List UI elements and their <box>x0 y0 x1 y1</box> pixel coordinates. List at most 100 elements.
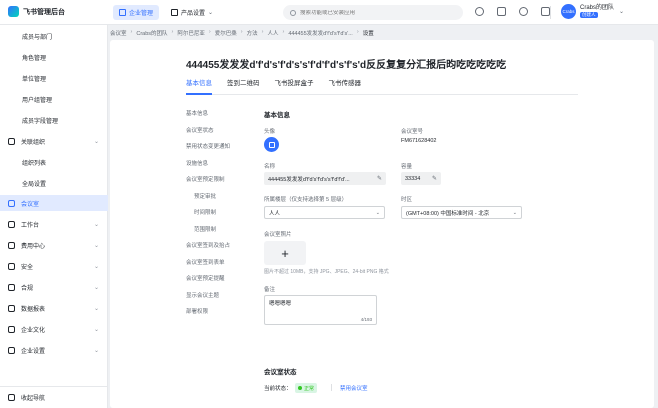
remark-counter: 4/193 <box>360 317 372 322</box>
edit-icon[interactable]: ✎ <box>432 175 437 182</box>
tab[interactable]: 飞书投屏盒子 <box>275 78 314 95</box>
sidebar-item[interactable]: 成员与部门 <box>0 28 108 44</box>
breadcrumb-item[interactable]: 444455发发发d'f'd's'f'd's'... <box>288 29 353 37</box>
tab[interactable]: 飞书传感器 <box>329 78 362 95</box>
app-title: 飞书管理后台 <box>23 8 65 16</box>
floor-select[interactable]: 人人 ⌄ <box>264 206 385 219</box>
section-title-basic: 基本信息 <box>264 112 290 119</box>
sidebar-item[interactable]: 企业设置 ⌄ <box>0 342 108 358</box>
breadcrumb-item[interactable]: Crabs的团队 <box>136 29 167 37</box>
breadcrumb-separator-icon: › <box>171 29 174 35</box>
breadcrumb-item[interactable]: 会议室 <box>110 29 127 37</box>
tab[interactable]: 基本信息 <box>186 78 212 95</box>
search-input[interactable] <box>300 9 450 16</box>
breadcrumb: 会议室 › Crabs的团队 › 阿尔巴尼亚 › 爱尔巴桑 › 方法 › 人人 › 444455发发发d… <box>110 29 374 37</box>
avatar: Crabs <box>561 4 576 19</box>
sidebar-item[interactable]: 企业文化 ⌄ <box>0 321 108 337</box>
photo-upload-button[interactable]: + <box>264 241 306 265</box>
help-icon[interactable] <box>519 7 528 16</box>
sidebar-item-label: 成员字段管理 <box>22 118 59 125</box>
anchor-link[interactable]: 禁用状态变更通知 <box>186 142 256 159</box>
breadcrumb-separator-icon: › <box>240 29 243 35</box>
sidebar-item[interactable]: 单位管理 <box>0 70 108 86</box>
room-id-value: FM671628402 <box>401 138 437 144</box>
breadcrumb-separator-icon: › <box>208 29 211 35</box>
timezone-select[interactable]: (GMT+08:00) 中国标准时间 - 北京 ⌄ <box>401 206 522 219</box>
chevron-down-icon: ⌄ <box>93 263 99 270</box>
collapse-nav-button[interactable]: 收起导航 <box>0 386 108 408</box>
sidebar-group-icon <box>8 325 15 333</box>
sidebar-item[interactable]: 成员字段管理 <box>0 112 108 128</box>
capacity-label: 容量 <box>401 164 413 170</box>
breadcrumb-item[interactable]: 方法 <box>247 29 258 37</box>
name-field[interactable]: 444455发发发d'f'd's'f'd's's'f'd'f'd'... ✎ <box>264 172 386 185</box>
sidebar-item-label: 合规 <box>21 285 34 292</box>
chevron-down-icon: ⌄ <box>93 347 99 354</box>
sidebar-item[interactable]: 合规 ⌄ <box>0 279 108 295</box>
sidebar-item[interactable]: 数据报表 ⌄ <box>0 300 108 316</box>
breadcrumb-separator-icon: › <box>130 29 133 35</box>
sidebar-group-icon <box>8 304 15 312</box>
timezone-value: (GMT+08:00) 中国标准时间 - 北京 <box>406 210 490 217</box>
capacity-field[interactable]: 33334 ✎ <box>401 172 441 185</box>
anchor-link[interactable]: 会议室预定提醒 <box>186 274 256 291</box>
sidebar-item-label: 企业文化 <box>21 327 46 334</box>
sidebar-item[interactable]: 安全 ⌄ <box>0 258 108 274</box>
feishu-logo-icon <box>8 6 19 17</box>
sidebar-item-label: 成员与部门 <box>22 34 53 41</box>
sidebar-item[interactable]: 费用中心 ⌄ <box>0 237 108 253</box>
disable-room-link[interactable]: 禁用会议室 <box>340 384 368 392</box>
photo-hint: 图片不超过 10MB，支持 JPG、JPEG、24-bit PNG 格式 <box>264 269 389 275</box>
user-role-badge: 创建人 <box>580 12 598 18</box>
sidebar-item[interactable]: 组织列表 <box>0 154 108 170</box>
anchor-link[interactable]: 设施信息 <box>186 159 256 176</box>
floor-label: 所属楼层（仅支持选择第 5 层级） <box>264 197 348 203</box>
breadcrumb-item[interactable]: 爱尔巴桑 <box>215 29 237 37</box>
sidebar-group-icon <box>8 262 15 270</box>
document-icon[interactable] <box>497 7 506 16</box>
breadcrumb-item[interactable]: 人人 <box>267 29 278 37</box>
name-label: 名称 <box>264 164 276 170</box>
anchor-link[interactable]: 会议室状态 <box>186 126 256 143</box>
anchor-link[interactable]: 会议室签到表单 <box>186 258 256 275</box>
sidebar-item[interactable]: 工作台 ⌄ <box>0 216 108 232</box>
anchor-link[interactable]: 预定审批 <box>186 192 256 209</box>
edit-icon[interactable]: ✎ <box>377 175 382 182</box>
anchor-link[interactable]: 会议室预定限制 <box>186 175 256 192</box>
sidebar-item[interactable]: 角色管理 <box>0 49 108 65</box>
search-box[interactable] <box>283 5 463 20</box>
breadcrumb-separator-icon: › <box>261 29 264 35</box>
sidebar-group-icon <box>8 283 15 291</box>
app-logo[interactable]: 飞书管理后台 <box>8 6 65 17</box>
chevron-down-icon: ⌄ <box>93 221 99 228</box>
grid-icon <box>171 9 179 16</box>
anchor-link[interactable]: 会议室签到及抬占 <box>186 241 256 258</box>
room-cover[interactable] <box>264 137 279 152</box>
sidebar-item[interactable]: 会议室 <box>0 195 108 211</box>
divider <box>331 384 332 391</box>
user-name: Crabs的团队 <box>580 5 615 11</box>
user-menu[interactable]: Crabs Crabs的团队 创建人 ⌄ <box>561 4 624 19</box>
anchor-link[interactable]: 基本信息 <box>186 109 256 126</box>
anchor-link[interactable]: 时间限制 <box>186 208 256 225</box>
anchor-link[interactable]: 范围限制 <box>186 225 256 242</box>
topnav-enterprise[interactable]: 企业管理 <box>113 5 160 20</box>
topnav-products[interactable]: 产品设置 ⌄ <box>165 5 219 20</box>
sidebar-item[interactable]: 全局设置 <box>0 175 108 191</box>
breadcrumb-separator-icon: › <box>282 29 285 35</box>
anchor-link[interactable]: 部署权限 <box>186 307 256 324</box>
divider <box>550 6 551 19</box>
sidebar-item[interactable]: 关联组织 ⌄ <box>0 133 108 149</box>
chevron-down-icon: ⌄ <box>93 284 99 291</box>
breadcrumb-item[interactable]: 阿尔巴尼亚 <box>177 29 205 37</box>
sidebar-item[interactable]: 用户组管理 <box>0 91 108 107</box>
building-icon <box>119 9 126 16</box>
remark-textarea[interactable]: 嗯嗯嗯嗯 4/193 <box>264 295 377 325</box>
anchor-link[interactable]: 显示会议主题 <box>186 291 256 308</box>
sidebar-item-label: 工作台 <box>21 222 40 229</box>
name-value: 444455发发发d'f'd's'f'd's's'f'd'f'd'... <box>268 176 350 183</box>
refresh-icon[interactable] <box>475 7 484 16</box>
notification-icon[interactable] <box>541 7 550 16</box>
tab[interactable]: 签到二维码 <box>227 78 260 95</box>
chevron-down-icon: ⌄ <box>93 326 99 333</box>
